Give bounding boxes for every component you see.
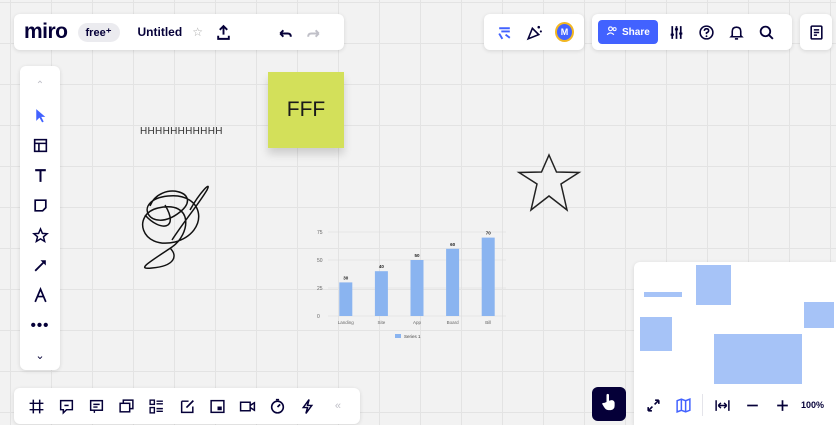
bar: [374, 271, 388, 316]
expand-down-icon[interactable]: ⌄: [20, 340, 60, 370]
bottom-toolbar: «: [14, 388, 360, 424]
export-icon[interactable]: [213, 21, 235, 43]
hand-icon: [599, 392, 619, 417]
shapes-star-icon[interactable]: [20, 220, 60, 250]
user-avatar[interactable]: M: [555, 22, 574, 42]
x-tick-label: Site: [378, 320, 386, 325]
redo-icon[interactable]: [302, 22, 324, 44]
expand-icon[interactable]: [642, 394, 664, 416]
plan-badge[interactable]: free⁺: [77, 22, 120, 42]
data-label: 30: [343, 275, 349, 280]
minimap-controls: 100%: [634, 386, 836, 424]
lightning-icon[interactable]: [294, 395, 322, 417]
frames-icon[interactable]: [22, 395, 50, 417]
legend-label: Series 1: [404, 334, 421, 339]
zoom-in-icon[interactable]: [771, 394, 793, 416]
bar-chart: 0 25 50 75 30 Landing 40 Site 50 App 60 Board 70 Bill…: [317, 230, 506, 339]
more-tools-icon[interactable]: •••: [20, 310, 60, 340]
creation-toolbar: ⌃ ••• ⌄: [20, 66, 60, 370]
fit-width-icon[interactable]: [711, 394, 733, 416]
divider: [702, 394, 703, 416]
minimap-panel: 100%: [634, 262, 836, 425]
text-tool-icon[interactable]: [20, 160, 60, 190]
data-label: 70: [486, 231, 492, 236]
zoom-level[interactable]: 100%: [801, 400, 824, 410]
undo-redo-group: [268, 18, 334, 48]
bar-chart-widget[interactable]: 0 25 50 75 30 Landing 40 Site 50 App 60 Board 70 Bill…: [308, 225, 510, 345]
minimap-object: [714, 334, 802, 384]
star-icon[interactable]: ☆: [192, 25, 203, 39]
search-icon[interactable]: [756, 21, 778, 43]
bar: [481, 237, 495, 316]
sticky-note-icon[interactable]: [20, 190, 60, 220]
sticky-note[interactable]: FFF: [268, 72, 344, 148]
collapse-up-icon[interactable]: ⌃: [20, 70, 60, 100]
data-label: 40: [379, 264, 385, 269]
x-tick-label: App: [413, 320, 422, 325]
bar: [446, 248, 460, 316]
undo-icon[interactable]: [274, 22, 296, 44]
help-icon[interactable]: [696, 21, 718, 43]
notes-button[interactable]: [800, 14, 832, 50]
notes-icon: [805, 21, 827, 43]
templates-icon[interactable]: [20, 130, 60, 160]
collaboration-toolbar: M: [484, 14, 584, 50]
minimap-object: [644, 292, 682, 297]
collapse-left-icon[interactable]: «: [324, 395, 352, 417]
timer-icon[interactable]: [264, 395, 292, 417]
cards-icon[interactable]: [143, 395, 171, 417]
select-cursor-icon[interactable]: [20, 100, 60, 130]
minimap[interactable]: [634, 262, 836, 386]
connector-arrow-icon[interactable]: [20, 250, 60, 280]
y-tick-label: 0: [317, 314, 320, 320]
canvas-text-item[interactable]: HHHHHHHHHHH: [140, 126, 223, 137]
pen-icon[interactable]: [20, 280, 60, 310]
reactions-icon[interactable]: [494, 21, 515, 43]
settings-sliders-icon[interactable]: [666, 21, 688, 43]
bar: [410, 260, 424, 316]
legend-swatch: [395, 334, 401, 338]
bar: [339, 282, 353, 316]
data-label: 60: [450, 242, 456, 247]
minimap-object: [804, 302, 834, 328]
star-shape: [516, 153, 582, 212]
note-edit-icon[interactable]: [173, 395, 201, 417]
minimap-object: [696, 265, 731, 305]
data-label: 50: [414, 253, 420, 258]
share-button[interactable]: Share: [598, 20, 658, 44]
hand-tool-button[interactable]: [592, 387, 626, 421]
bell-icon[interactable]: [726, 21, 748, 43]
chat-icon[interactable]: [82, 395, 110, 417]
minimap-object: [640, 317, 672, 351]
y-tick-label: 75: [317, 230, 323, 236]
users-icon: [606, 25, 618, 40]
x-tick-label: Landing: [338, 320, 355, 325]
y-tick-label: 25: [317, 286, 323, 292]
miro-logo[interactable]: miro: [24, 20, 68, 44]
map-icon[interactable]: [672, 394, 694, 416]
celebrate-icon[interactable]: [525, 21, 546, 43]
video-icon[interactable]: [233, 395, 261, 417]
comment-icon[interactable]: [52, 395, 80, 417]
share-label: Share: [622, 26, 650, 38]
y-tick-label: 50: [317, 258, 323, 264]
top-right-toolbar: Share: [592, 14, 792, 50]
share-screen-icon[interactable]: [113, 395, 141, 417]
zoom-out-icon[interactable]: [741, 394, 763, 416]
x-tick-label: Board: [447, 320, 460, 325]
board-name[interactable]: Untitled: [138, 25, 183, 39]
embed-icon[interactable]: [203, 395, 231, 417]
x-tick-label: Bill: [485, 320, 491, 325]
scribble-drawing: [141, 185, 209, 270]
